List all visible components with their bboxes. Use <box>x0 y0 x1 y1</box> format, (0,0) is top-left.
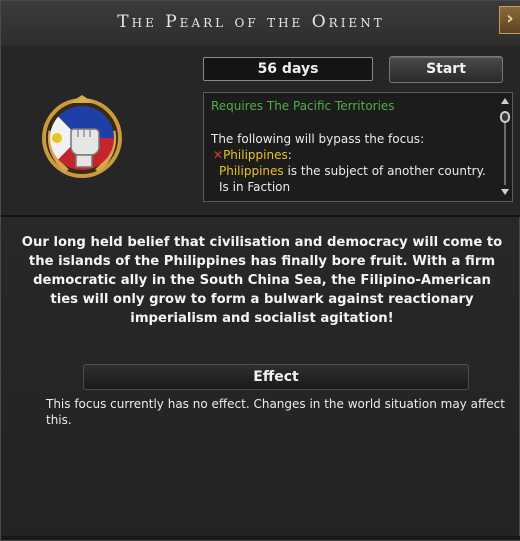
bottom-border <box>1 536 520 540</box>
condition-country: Philippines <box>219 164 284 178</box>
cross-icon: ✕ <box>213 148 224 162</box>
title-bar: The Pearl of the Orient › <box>1 1 520 46</box>
focus-description: Our long held belief that civilisation a… <box>21 235 503 326</box>
scroll-up-icon[interactable] <box>501 98 509 104</box>
focus-window: The Pearl of the Orient › 56 days Start <box>0 0 520 541</box>
requirement-title: Requires The Pacific Territories <box>211 99 395 113</box>
bypass-country-line: ✕Philippines: <box>213 148 292 162</box>
chevron-right-icon: › <box>506 8 514 29</box>
scroll-thumb[interactable] <box>500 111 510 123</box>
start-button[interactable]: Start <box>389 56 503 83</box>
requirements-box: Requires The Pacific Territories The fol… <box>203 92 513 202</box>
effect-text: This focus currently has no effect. Chan… <box>46 397 505 427</box>
bypass-condition-subject: Philippines is the subject of another co… <box>219 164 486 178</box>
requirements-scrollbar[interactable] <box>498 93 512 201</box>
focus-duration: 56 days <box>203 57 373 81</box>
bypass-condition-faction: Is in Faction <box>219 180 291 194</box>
philippines-fist-emblem-icon <box>37 91 127 181</box>
bypass-country: Philippines <box>223 148 288 162</box>
bypass-intro: The following will bypass the focus: <box>211 132 425 146</box>
condition-text: is the subject of another country. <box>283 164 486 178</box>
bypass-colon: : <box>287 148 292 162</box>
window-title: The Pearl of the Orient <box>117 12 385 32</box>
close-button[interactable]: › <box>499 6 520 34</box>
effect-header: Effect <box>83 364 469 390</box>
section-divider <box>1 215 520 217</box>
scroll-down-icon[interactable] <box>501 189 509 195</box>
